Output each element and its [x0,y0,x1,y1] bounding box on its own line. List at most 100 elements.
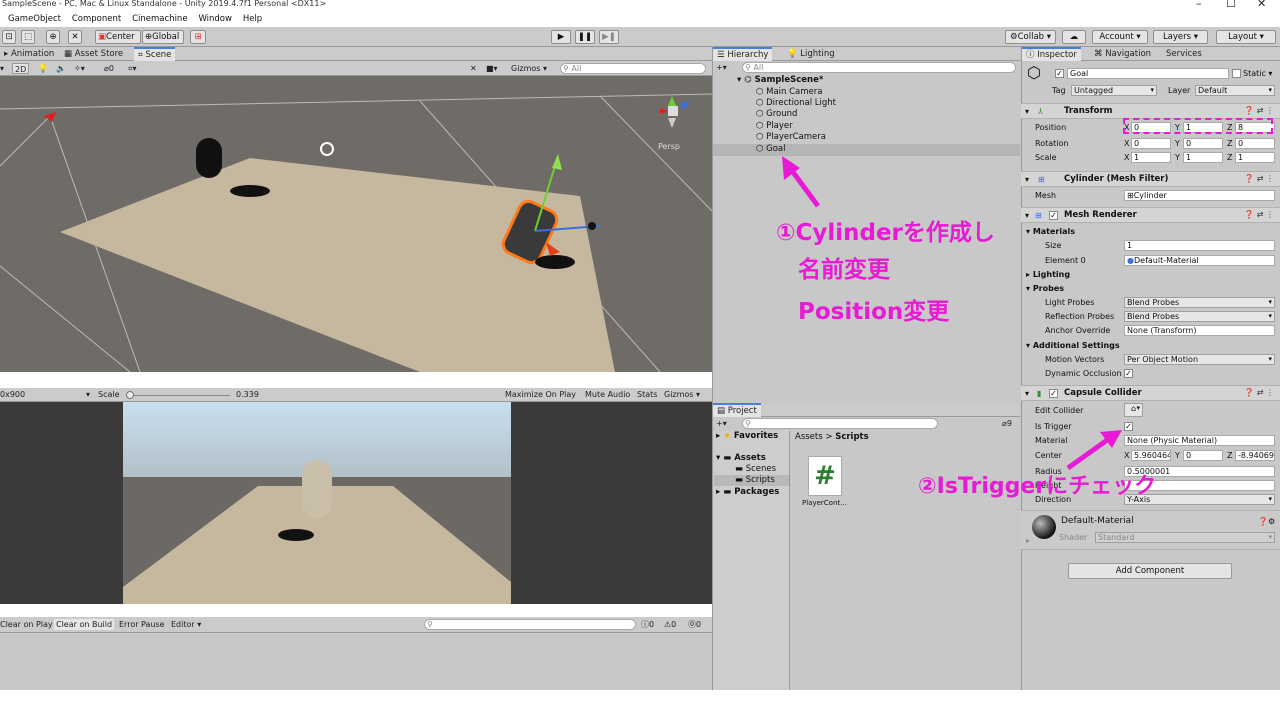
gizmos-dropdown[interactable]: Gizmos ▾ [511,63,547,74]
scale-x-input[interactable]: 1 [1131,152,1171,163]
script-file-label[interactable]: PlayerCont... [802,498,847,509]
reflection-probes-dropdown[interactable]: Blend Probes [1124,311,1275,322]
rotation-z-input[interactable]: 0 [1235,138,1275,149]
shader-foldout-icon[interactable]: ▸ [1026,535,1030,546]
hierarchy-item-main-camera[interactable]: ⬡ Main Camera [756,87,822,98]
cloud-icon[interactable]: ☁ [1062,30,1086,44]
lighting-toggle-icon[interactable]: 💡 [38,63,48,74]
active-checkbox[interactable]: ✓ [1055,69,1064,78]
center-z-input[interactable]: -8.94069 [1235,450,1275,461]
rect-tool-icon[interactable]: ⊡ [2,30,16,44]
mesh-field[interactable]: ⊞Cylinder [1124,190,1275,201]
maximize-button[interactable]: ☐ [1226,0,1236,10]
static-label[interactable]: Static ▾ [1243,68,1272,79]
component-settings-icon[interactable]: ❓ ⇄ ⋮ [1244,174,1274,183]
menu-cinemachine[interactable]: Cinemachine [132,11,187,27]
error-pause-toggle[interactable]: Error Pause [119,619,165,630]
play-button[interactable]: ▶ [551,30,571,44]
project-breadcrumb[interactable]: Assets > Scripts [795,432,869,443]
anchor-override-field[interactable]: None (Transform) [1124,325,1275,336]
menu-gameobject[interactable]: GameObject [8,11,61,27]
resolution-arrow-icon[interactable]: ▾ [86,389,90,400]
tools-icon[interactable]: ✕ [470,63,477,74]
physic-material-field[interactable]: None (Physic Material) [1124,435,1275,446]
mesh-filter-header[interactable]: ▾ ⊞ Cylinder (Mesh Filter) ❓ ⇄ ⋮ [1021,171,1280,187]
clear-on-play-toggle[interactable]: Clear on Play [0,619,53,630]
scale-slider-thumb[interactable] [126,391,134,399]
step-button[interactable]: ▶❚ [599,30,619,44]
tab-hierarchy[interactable]: ☰ Hierarchy [713,47,773,61]
scale-slider-track[interactable] [126,395,230,396]
console-search-input[interactable]: ⚲ [424,619,636,630]
mesh-renderer-header[interactable]: ▾ ⊞ ✓ Mesh Renderer ❓ ⇄ ⋮ [1021,207,1280,223]
transform-header[interactable]: ▾ ⅄ Transform ❓ ⇄ ⋮ [1021,103,1280,119]
account-dropdown[interactable]: Account ▾ [1092,30,1148,44]
tab-navigation[interactable]: ⌘ Navigation [1090,47,1155,61]
motion-vectors-dropdown[interactable]: Per Object Motion [1124,354,1275,365]
material-settings-icon[interactable]: ❓⚙ [1258,516,1275,527]
create-dropdown[interactable]: +▾ [716,62,727,73]
hierarchy-item-player[interactable]: ⬡ Player [756,121,793,132]
scale-tool-icon[interactable]: ⬚ [21,30,35,44]
component-settings-icon[interactable]: ❓ ⇄ ⋮ [1244,388,1274,397]
resolution-dropdown[interactable]: 0x900 [0,389,25,400]
game-gizmos-dropdown[interactable]: Gizmos ▾ [664,389,700,400]
add-component-button[interactable]: Add Component [1068,563,1232,579]
scene-root[interactable]: ▾ ⌬ SampleScene* [737,75,823,86]
packages-folder[interactable]: ▸ ▬ Packages [716,487,779,498]
effects-toggle-icon[interactable]: ✧▾ [74,63,85,74]
player-capsule[interactable] [196,138,222,178]
layout-dropdown[interactable]: Layout ▾ [1216,30,1276,44]
rotation-x-input[interactable]: 0 [1131,138,1171,149]
menu-help[interactable]: Help [243,11,262,27]
hierarchy-item-player-camera[interactable]: ⬡ PlayerCamera [756,132,826,143]
static-checkbox[interactable] [1232,69,1241,78]
layers-dropdown[interactable]: Layers ▾ [1153,30,1208,44]
additional-settings-foldout[interactable]: ▾ Additional Settings [1026,340,1120,351]
component-settings-icon[interactable]: ❓ ⇄ ⋮ [1244,210,1274,219]
pause-button[interactable]: ❚❚ [575,30,595,44]
scene-search-input[interactable]: ⚲ All [560,63,706,74]
light-probes-dropdown[interactable]: Blend Probes [1124,297,1275,308]
object-name-input[interactable]: Goal [1067,68,1229,79]
close-button[interactable]: ✕ [1257,0,1266,10]
favorites-folder[interactable]: ▸ ★ Favorites [716,431,778,442]
hidden-count[interactable]: ⌀0 [104,63,114,74]
mute-audio-toggle[interactable]: Mute Audio [585,389,630,400]
console-log[interactable] [0,633,712,690]
error-count[interactable]: ⓪0 [688,619,701,630]
scripts-folder[interactable]: ▬ Scripts [735,475,775,486]
dynamic-occlusion-checkbox[interactable]: ✓ [1124,369,1133,378]
lighting-foldout[interactable]: ▸ Lighting [1026,269,1070,280]
is-trigger-checkbox[interactable]: ✓ [1124,422,1133,431]
scene-viewport[interactable]: Persp [0,76,712,372]
tab-inspector[interactable]: ⓘ Inspector [1022,47,1081,61]
menu-window[interactable]: Window [198,11,232,27]
shading-dropdown[interactable]: ▾ [0,63,4,74]
audio-toggle-icon[interactable]: 🔈 [56,63,66,74]
assets-folder[interactable]: ▾ ▬ Assets [716,453,766,464]
center-x-input[interactable]: 5.960464 [1131,450,1171,461]
hierarchy-item-directional-light[interactable]: ⬡ Directional Light [756,98,836,109]
tab-project[interactable]: ▤ Project [713,403,761,417]
global-space-button[interactable]: ⊕Global [142,30,184,44]
capsule-collider-enabled-checkbox[interactable]: ✓ [1049,389,1058,398]
capsule-collider-header[interactable]: ▾ ▮ ✓ Capsule Collider ❓ ⇄ ⋮ [1021,385,1280,401]
tab-asset-store[interactable]: ▦ Asset Store [60,47,127,61]
info-count[interactable]: ⓘ0 [641,619,654,630]
warning-count[interactable]: ⚠0 [664,619,676,630]
project-search-input[interactable]: ⚲ [742,418,938,429]
script-file-icon[interactable]: # [808,456,842,496]
tag-dropdown[interactable]: Untagged [1071,85,1157,96]
hierarchy-item-ground[interactable]: ⬡ Ground [756,109,797,120]
grid-dropdown[interactable]: ⌗▾ [128,63,137,74]
layer-dropdown[interactable]: Default [1195,85,1275,96]
shader-dropdown[interactable]: Standard [1095,532,1275,543]
stats-toggle[interactable]: Stats [637,389,657,400]
editor-dropdown[interactable]: Editor ▾ [171,619,201,630]
center-y-input[interactable]: 0 [1183,450,1223,461]
edit-collider-button[interactable]: ⌂ [1124,403,1143,417]
transform-tool-icon[interactable]: ⊕ [46,30,60,44]
minimize-button[interactable]: – [1196,0,1202,10]
scale-y-input[interactable]: 1 [1183,152,1223,163]
